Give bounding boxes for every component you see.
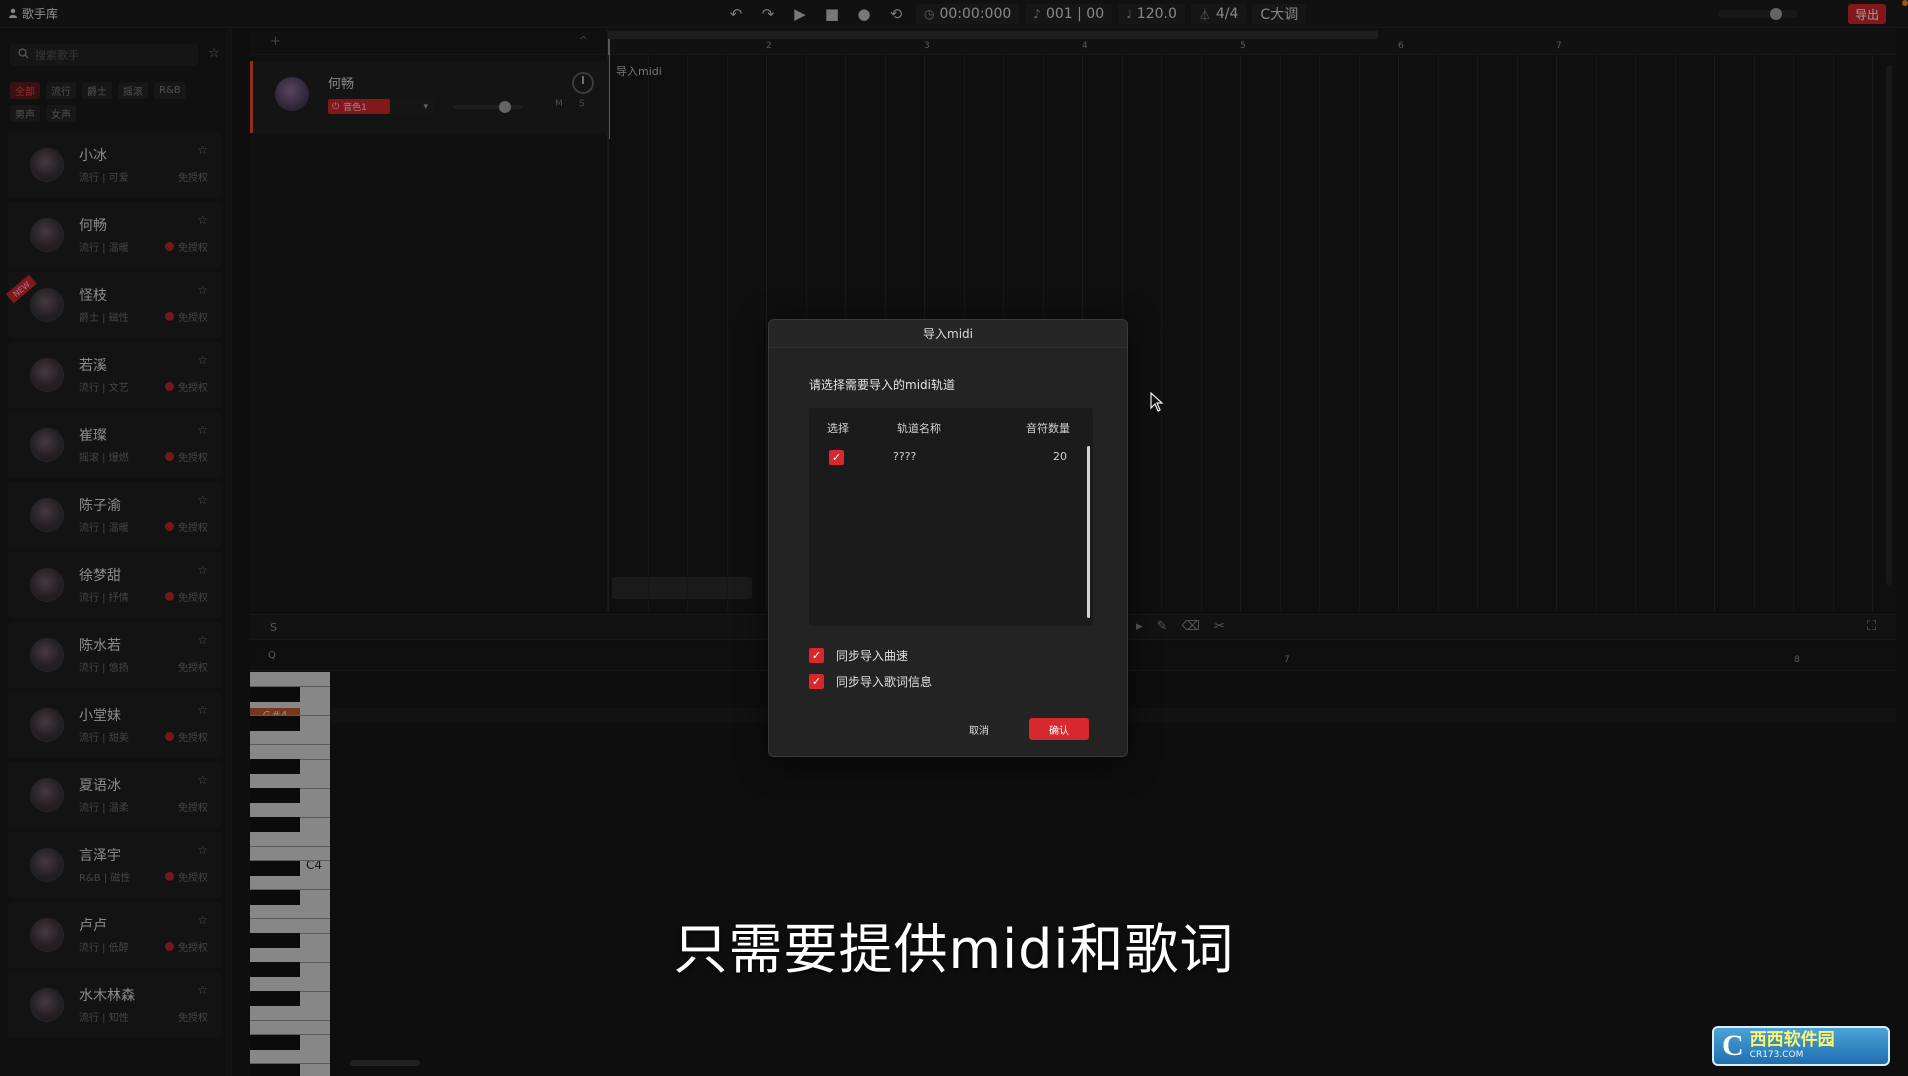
column-header-note-count: 音符数量: [1026, 422, 1070, 435]
column-header-track-name: 轨道名称: [897, 422, 941, 435]
confirm-button[interactable]: 确认: [1029, 718, 1089, 740]
site-watermark-logo: C 西西软件园 CR173.COM: [1712, 1026, 1890, 1066]
track-name-cell: ????: [893, 450, 917, 463]
cancel-button[interactable]: 取消: [955, 718, 1003, 740]
sync-lyrics-option[interactable]: ✓ 同步导入歌词信息: [809, 673, 932, 690]
sync-tempo-option[interactable]: ✓ 同步导入曲速: [809, 647, 908, 664]
video-caption: 只需要提供midi和歌词: [673, 918, 1235, 981]
import-midi-dialog: 导入midi 请选择需要导入的midi轨道 选择 轨道名称 音符数量 ✓ ???…: [768, 319, 1128, 757]
watermark-title: 西西软件园: [1749, 1030, 1835, 1050]
midi-track-table: 选择 轨道名称 音符数量 ✓ ???? 20: [809, 408, 1093, 626]
sync-lyrics-label: 同步导入歌词信息: [836, 675, 933, 689]
dialog-prompt: 请选择需要导入的midi轨道: [809, 378, 955, 392]
dialog-title: 导入midi: [769, 320, 1127, 348]
track-select-checkbox[interactable]: ✓: [829, 450, 844, 465]
sync-lyrics-checkbox[interactable]: ✓: [809, 674, 824, 689]
watermark-letter: C: [1722, 1029, 1744, 1062]
sync-tempo-label: 同步导入曲速: [836, 649, 909, 663]
note-count-cell: 20: [1053, 450, 1067, 463]
column-header-select: 选择: [827, 422, 849, 435]
watermark-url: CR173.COM: [1749, 1050, 1804, 1060]
mouse-cursor-icon: [1150, 391, 1164, 412]
table-scrollbar[interactable]: [1087, 446, 1090, 618]
sync-tempo-checkbox[interactable]: ✓: [809, 648, 824, 663]
